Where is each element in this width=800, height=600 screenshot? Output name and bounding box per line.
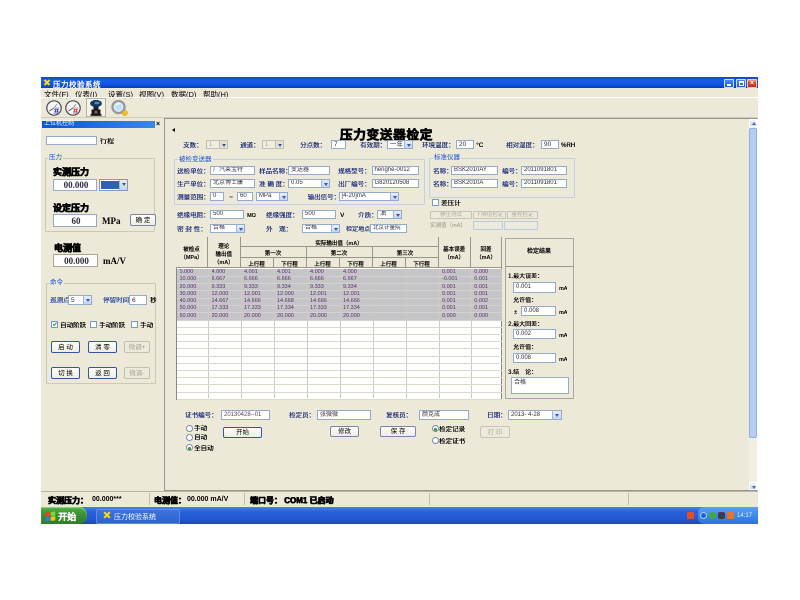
svg-text:#: # [73,106,78,116]
svg-text:#: # [54,106,59,116]
